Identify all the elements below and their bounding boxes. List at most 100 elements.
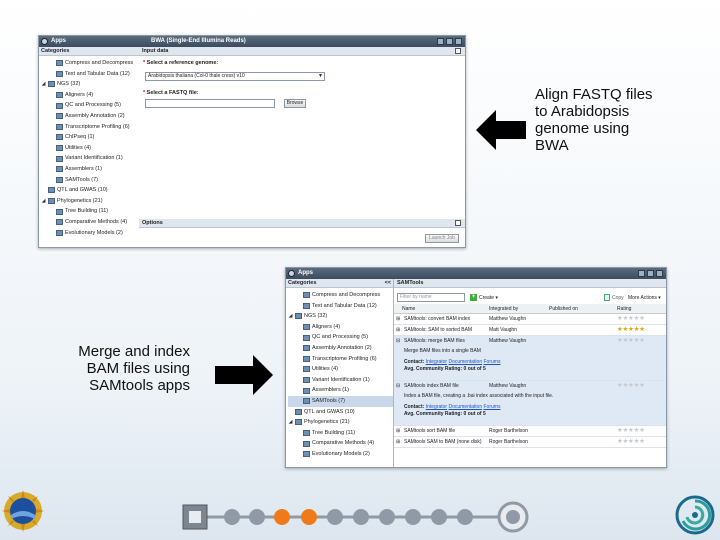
create-button[interactable]: Create ▾ [479, 295, 498, 301]
tree-item[interactable]: ◢ Phylogenetics (21) [288, 417, 393, 428]
tree-item[interactable]: ◢ NGS (32) [288, 311, 393, 322]
close-icon[interactable] [656, 270, 663, 277]
documentation-link[interactable]: Documentation [448, 404, 482, 410]
launch-job-button[interactable]: Launch Job [425, 234, 459, 243]
create-plus-icon: + [470, 294, 477, 301]
copy-button[interactable]: Copy [612, 295, 624, 301]
tree-item[interactable]: Utilities (4) [41, 143, 139, 154]
tree-item[interactable]: Evolutionary Models (2) [288, 449, 393, 460]
col-rating[interactable]: Rating [617, 304, 631, 314]
col-integrated-by[interactable]: Integrated by [489, 304, 518, 314]
tree-item[interactable]: ChIPseq (1) [41, 132, 139, 143]
expand-icon[interactable] [455, 220, 461, 226]
tree-item-label: Compress and Decompress [312, 292, 381, 298]
folder-icon [48, 81, 55, 88]
minimize-icon[interactable] [437, 38, 444, 45]
rating-stars[interactable]: ★★★★★ [617, 325, 645, 333]
tree-item[interactable]: QTL and GWAS (10) [288, 407, 393, 418]
table-row[interactable]: ⊟ SAMtools: merge BAM files Matthew Vaughn… [394, 336, 666, 381]
rating-stars[interactable]: ★★★★★ [617, 314, 645, 322]
filter-input[interactable]: Filter by name [397, 293, 465, 302]
app-name[interactable]: SAMtools SAM to BAM (none disk) [404, 439, 486, 445]
tree-item[interactable]: Transcriptome Profiling (6) [288, 354, 393, 365]
folder-icon [303, 398, 310, 405]
rating-stars[interactable]: ★★★★★ [617, 426, 645, 434]
tree-item[interactable]: Transcriptome Profiling (6) [41, 122, 139, 133]
tree-item[interactable]: Assembly Annotation (2) [41, 111, 139, 122]
table-row[interactable]: ⊞ SAMtools sort BAM file Roger Barthelson ★… [394, 426, 666, 437]
app-name[interactable]: SAMtools sort BAM file [404, 428, 486, 434]
tree-item[interactable]: Variant Identification (1) [288, 375, 393, 386]
expand-arrow-icon[interactable]: ◢ [41, 196, 46, 207]
rating-stars[interactable]: ★★★★★ [617, 437, 645, 445]
samtools-panel-title: SAMTools [394, 279, 666, 288]
tree-item[interactable]: QTL and GWAS (10) [41, 185, 139, 196]
expand-row-icon[interactable]: ⊞ [396, 439, 400, 445]
collapse-row-icon[interactable]: ⊟ [396, 338, 400, 344]
col-name[interactable]: Name [402, 304, 415, 314]
tree-item[interactable]: Variant Identification (1) [41, 153, 139, 164]
table-row[interactable]: ⊞ SAMtools SAM to BAM (none disk) Roger Ba… [394, 437, 666, 448]
app-name[interactable]: SAMtools: SAM to sorted BAM [404, 327, 486, 333]
tree-item[interactable]: Tree Building (11) [41, 206, 139, 217]
tree-item[interactable]: ◢ NGS (32) [41, 79, 139, 90]
expand-arrow-icon[interactable]: ◢ [288, 311, 293, 322]
col-published-on[interactable]: Published on [549, 304, 578, 314]
integrator-link[interactable]: Integrator [426, 359, 447, 365]
fastq-file-input[interactable] [145, 99, 275, 108]
table-row[interactable]: ⊞ SAMtools: SAM to sorted BAM Matt Vaughn ★… [394, 325, 666, 336]
rating-stars[interactable]: ★★★★★ [617, 336, 645, 344]
tree-item[interactable]: QC and Processing (5) [41, 100, 139, 111]
maximize-icon[interactable] [647, 270, 654, 277]
app-name[interactable]: SAMtools: convert BAM index [404, 316, 486, 322]
tree-item[interactable]: Compress and Decompress [41, 58, 139, 69]
tree-item[interactable]: Text and Tabular Data (12) [288, 301, 393, 312]
collapse-panel-button[interactable]: << [385, 279, 391, 288]
maximize-icon[interactable] [446, 38, 453, 45]
collapse-icon[interactable] [455, 48, 461, 54]
tree-item[interactable]: Aligners (4) [288, 322, 393, 333]
tree-item[interactable]: SAMTools (7) [288, 395, 393, 407]
tree-item[interactable]: ◢ Phylogenetics (21) [41, 196, 139, 207]
app-name[interactable]: SAMtools index BAM file [404, 383, 486, 389]
tree-item[interactable]: Assemblers (1) [288, 385, 393, 396]
forums-link[interactable]: Forums [484, 359, 501, 365]
tree-item[interactable]: SAMTools (7) [41, 175, 139, 186]
tree-item[interactable]: Assembly Annotation (2) [288, 343, 393, 354]
tree-item-label: ChIPseq (1) [65, 134, 95, 141]
minimize-icon[interactable] [638, 270, 645, 277]
tree-item-label: Tree Building (11) [312, 429, 356, 436]
rating-stars[interactable]: ★★★★★ [617, 381, 645, 389]
expand-arrow-icon[interactable]: ◢ [288, 417, 293, 428]
tree-item[interactable]: Compress and Decompress [288, 290, 393, 301]
documentation-link[interactable]: Documentation [448, 359, 482, 365]
close-icon[interactable] [455, 38, 462, 45]
folder-icon [56, 134, 63, 141]
tree-item[interactable]: Assemblers (1) [41, 164, 139, 175]
bwa-app-screenshot: Apps Categories Compress and Decompress T… [38, 35, 466, 248]
folder-icon [56, 229, 63, 236]
table-row[interactable]: ⊟ SAMtools index BAM file Matthew Vaughn ★★… [394, 381, 666, 426]
tree-item[interactable]: Text and Tabular Data (12) [41, 69, 139, 80]
browse-button[interactable]: Browse [284, 99, 306, 108]
collapse-row-icon[interactable]: ⊟ [396, 383, 400, 389]
expand-row-icon[interactable]: ⊞ [396, 428, 400, 434]
input-data-header[interactable]: Input data [139, 47, 465, 56]
tree-item[interactable]: Utilities (4) [288, 364, 393, 375]
expand-row-icon[interactable]: ⊞ [396, 327, 400, 333]
table-row[interactable]: ⊞ SAMtools: convert BAM index Matthew Vaug… [394, 314, 666, 325]
integrator-link[interactable]: Integrator [426, 404, 447, 410]
tree-item[interactable]: Tree Building (11) [288, 428, 393, 439]
forums-link[interactable]: Forums [484, 404, 501, 410]
options-header[interactable]: Options [139, 219, 465, 228]
tree-item[interactable]: Comparative Methods (4) [41, 217, 139, 228]
expand-arrow-icon[interactable]: ◢ [41, 79, 46, 90]
expand-row-icon[interactable]: ⊞ [396, 316, 400, 322]
more-actions-button[interactable]: More Actions ▾ [628, 295, 661, 301]
reference-genome-select[interactable]: Arabidopsis thaliana (Col-0 thale cress)… [145, 72, 325, 81]
app-name[interactable]: SAMtools: merge BAM files [404, 338, 486, 344]
tree-item[interactable]: Aligners (4) [41, 90, 139, 101]
tree-item[interactable]: Comparative Methods (4) [288, 438, 393, 449]
tree-item[interactable]: QC and Processing (5) [288, 332, 393, 343]
tree-item[interactable]: Evolutionary Models (2) [41, 228, 139, 239]
